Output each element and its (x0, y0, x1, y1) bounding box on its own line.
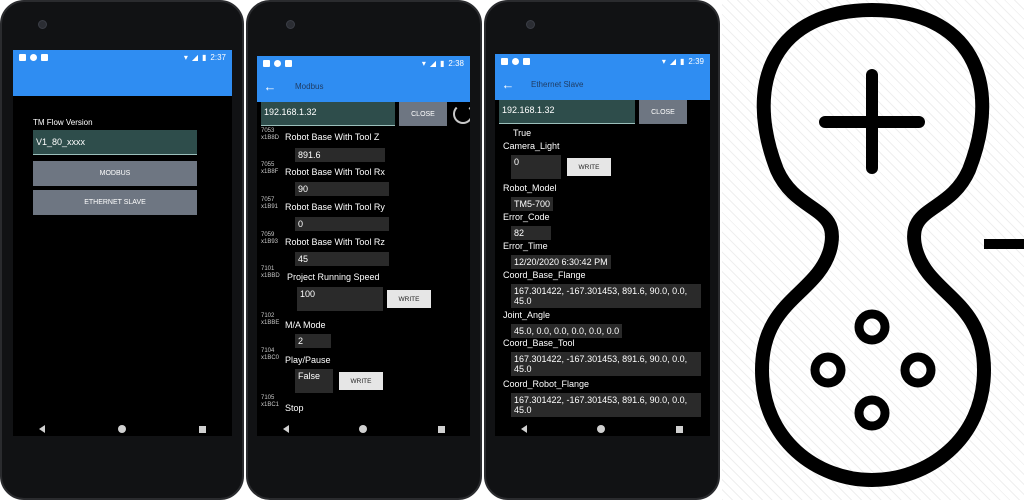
field-value: 45 (295, 252, 389, 266)
field-label: Robot Base With Tool Z (285, 132, 380, 142)
nav-back-icon[interactable] (38, 425, 45, 433)
write-button[interactable]: WRITE (387, 290, 431, 308)
error-time-value: 12/20/2020 6:30:42 PM (511, 255, 611, 269)
register-address: 7102 x1BBE (261, 313, 280, 326)
field-label: Play/Pause (285, 355, 331, 365)
gamepad-icon (755, 3, 1024, 487)
top-value: True (513, 128, 532, 138)
phone-speaker (526, 20, 535, 29)
write-button[interactable]: WRITE (339, 372, 383, 390)
coord-base-flange-value: 167.301422, -167.301453, 891.6, 90.0, 0.… (511, 284, 701, 308)
camera-light-input[interactable]: 0 (511, 155, 561, 179)
nav-recent-icon[interactable] (437, 425, 445, 433)
phone-frame-3: ▾ ◢ ▮ 2:39 ← Ethernet Slave 192.168.1.32… (484, 0, 720, 500)
status-bar: ▾ ◢ ▮ 2:37 (13, 50, 232, 64)
register-address: 7104 x1BC0 (261, 348, 280, 361)
register-address: 7059 x1B93 (261, 232, 279, 245)
wifi-icon: ▾ (421, 58, 426, 68)
phone-screen-3: ▾ ◢ ▮ 2:39 ← Ethernet Slave 192.168.1.32… (495, 54, 710, 436)
error-time-label: Error_Time (503, 241, 548, 251)
field-value: 891.6 (295, 148, 385, 162)
status-bar: ▾ ◢ ▮ 2:39 (495, 54, 710, 68)
field-label: Robot Base With Tool Rx (285, 167, 385, 177)
play-pause-input[interactable]: False (295, 369, 333, 393)
field-label: M/A Mode (285, 320, 326, 330)
signal-icon: ◢ (669, 56, 677, 66)
register-address: 7101 x1BBD (261, 266, 280, 279)
back-arrow-icon[interactable]: ← (495, 77, 521, 92)
field-value: 2 (295, 334, 331, 348)
tm-flow-version-input[interactable]: V1_80_xxxx (33, 130, 197, 155)
project-speed-input[interactable]: 100 (297, 287, 383, 311)
android-nav-bar (2, 422, 242, 436)
coord-base-tool-label: Coord_Base_Tool (503, 338, 575, 348)
battery-icon: ▮ (440, 58, 445, 68)
app-bar: ← Ethernet Slave (495, 68, 710, 100)
error-code-value: 82 (511, 226, 551, 240)
nav-back-icon[interactable] (521, 425, 528, 433)
wifi-icon: ▾ (661, 56, 666, 66)
phone-screen-2: ▾ ◢ ▮ 2:38 ← Modbus 192.168.1.32 CLOSE 7… (257, 56, 470, 436)
coord-base-flange-label: Coord_Base_Flange (503, 270, 586, 280)
register-address: 7105 x1BC1 (261, 395, 280, 408)
nav-recent-icon[interactable] (198, 425, 206, 433)
field-label: Project Running Speed (287, 272, 380, 282)
app-bar: ← Modbus (257, 70, 470, 102)
nav-home-icon[interactable] (359, 425, 368, 433)
register-address: 7053 x1B8D (261, 128, 280, 141)
field-label: Robot Base With Tool Ry (285, 202, 385, 212)
write-button[interactable]: WRITE (567, 158, 611, 176)
register-address: 7057 x1B91 (261, 197, 279, 210)
phone-screen-1: ▾ ◢ ▮ 2:37 TM Flow Version V1_80_xxxx MO… (13, 50, 232, 436)
ip-address-input[interactable]: 192.168.1.32 (261, 102, 395, 126)
page-title: Modbus (295, 81, 324, 91)
app-bar (13, 64, 232, 96)
field-label: Robot Base With Tool Rz (285, 237, 385, 247)
camera-light-label: Camera_Light (503, 141, 560, 151)
phone-frame-1: ▾ ◢ ▮ 2:37 TM Flow Version V1_80_xxxx MO… (0, 0, 244, 500)
coord-base-tool-value: 167.301422, -167.301453, 891.6, 90.0, 0.… (511, 352, 701, 376)
status-time: 2:37 (210, 52, 226, 62)
phone-speaker (38, 20, 47, 29)
status-time: 2:38 (448, 58, 464, 68)
nav-home-icon[interactable] (597, 425, 606, 433)
ethernet-slave-button[interactable]: ETHERNET SLAVE (33, 190, 197, 215)
signal-icon: ◢ (429, 58, 437, 68)
robot-model-label: Robot_Model (503, 183, 557, 193)
loading-spinner (453, 104, 470, 124)
status-bar: ▾ ◢ ▮ 2:38 (257, 56, 470, 70)
phone-speaker (286, 20, 295, 29)
android-nav-bar (248, 422, 480, 436)
robot-model-value: TM5-700 (511, 197, 554, 211)
wifi-icon: ▾ (183, 52, 188, 62)
status-time: 2:39 (688, 56, 704, 66)
field-value: 0 (295, 217, 389, 231)
register-address: 7055 x1B8F (261, 162, 279, 175)
nav-home-icon[interactable] (117, 425, 126, 433)
coord-robot-flange-value: 167.301422, -167.301453, 891.6, 90.0, 0.… (511, 393, 701, 417)
joint-angle-value: 45.0, 0.0, 0.0, 0.0, 0.0, 0.0 (511, 324, 623, 338)
android-nav-bar (486, 422, 718, 436)
joint-angle-label: Joint_Angle (503, 310, 551, 320)
error-code-label: Error_Code (503, 212, 550, 222)
nav-back-icon[interactable] (283, 425, 290, 433)
signal-icon: ◢ (191, 52, 199, 62)
tm-flow-label: TM Flow Version (33, 118, 93, 127)
close-button[interactable]: CLOSE (639, 100, 687, 124)
battery-icon: ▮ (202, 52, 207, 62)
modbus-button[interactable]: MODBUS (33, 161, 197, 186)
page-title: Ethernet Slave (531, 79, 584, 89)
nav-recent-icon[interactable] (675, 425, 683, 433)
phone-frame-2: ▾ ◢ ▮ 2:38 ← Modbus 192.168.1.32 CLOSE 7… (246, 0, 482, 500)
back-arrow-icon[interactable]: ← (257, 79, 283, 94)
ip-address-input[interactable]: 192.168.1.32 (499, 100, 635, 124)
close-button[interactable]: CLOSE (399, 102, 447, 126)
field-value: 90 (295, 182, 389, 196)
coord-robot-flange-label: Coord_Robot_Flange (503, 379, 590, 389)
battery-icon: ▮ (680, 56, 685, 66)
field-label: Stop (285, 403, 304, 413)
